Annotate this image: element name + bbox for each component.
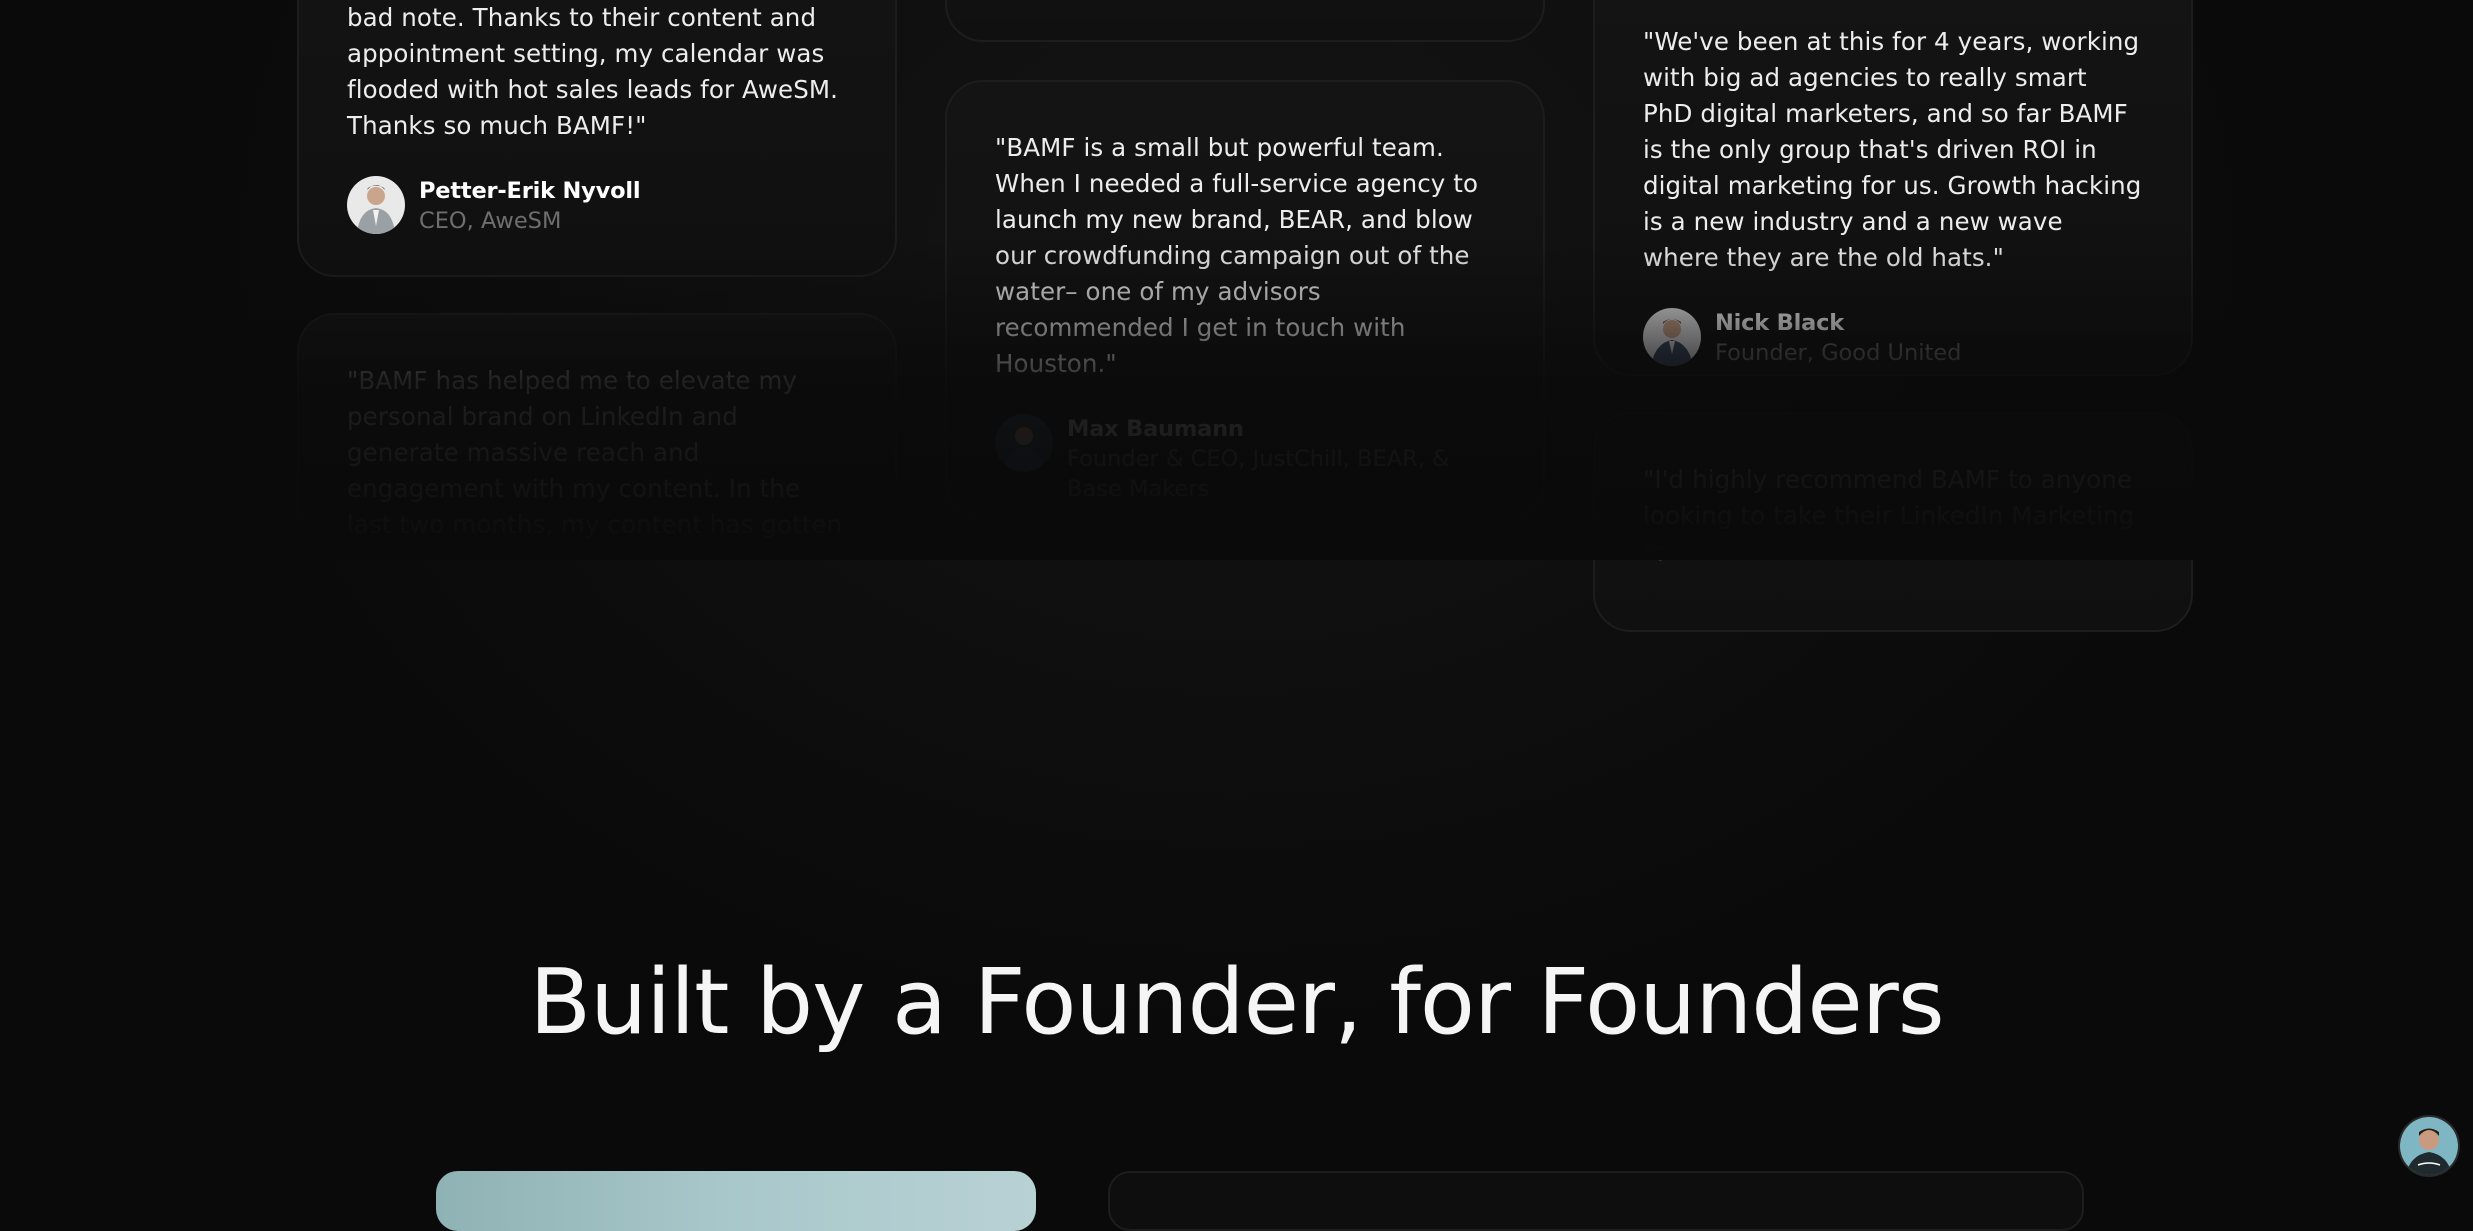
testimonial-quote: bad note. Thanks to their content and ap… [347, 3, 838, 140]
testimonial-author: Max Baumann Founder & CEO, JustChill, BE… [995, 414, 1495, 504]
testimonial-quote: "I'd highly recommend BAMF to anyone loo… [1643, 465, 2135, 566]
testimonial-author-name: Petter-Erik Nyvoll [419, 178, 641, 204]
testimonial-card-partial [945, 0, 1545, 42]
testimonial-author-role: CEO, AweSM [419, 208, 562, 234]
testimonial-quote: "BAMF is a small but powerful team. When… [995, 133, 1479, 378]
testimonial-author: Nick Black Founder, Good United [1643, 308, 2143, 368]
testimonial-card-petter-erik: bad note. Thanks to their content and ap… [297, 0, 897, 277]
chat-launcher-button[interactable] [2398, 1115, 2460, 1177]
testimonial-card-linkedin-brand: "BAMF has helped me to elevate my person… [297, 313, 897, 553]
testimonial-quote: "BAMF has helped me to elevate my person… [347, 366, 843, 539]
testimonial-card-linkedin-marketing: "I'd highly recommend BAMF to anyone loo… [1593, 412, 2193, 632]
person-avatar-icon [995, 414, 1053, 472]
testimonial-author: Petter-Erik Nyvoll CEO, AweSM [347, 176, 847, 236]
founder-info-card [1108, 1171, 2084, 1231]
testimonial-author-role: Founder, Good United [1715, 340, 1962, 366]
person-avatar-icon [347, 176, 405, 234]
testimonial-card-nick-black: "We've been at this for 4 years, working… [1593, 0, 2193, 376]
founder-avatar-icon [2400, 1117, 2458, 1175]
testimonial-author-name: Nick Black [1715, 310, 1845, 336]
person-avatar-icon [1643, 308, 1701, 366]
testimonial-author-name: Max Baumann [1067, 416, 1244, 442]
section-title: Built by a Founder, for Founders [529, 950, 1944, 1055]
testimonial-author-role: Founder & CEO, JustChill, BEAR, & Base M… [1067, 446, 1450, 502]
testimonial-quote: "We've been at this for 4 years, working… [1643, 27, 2142, 272]
testimonial-card-max-baumann: "BAMF is a small but powerful team. When… [945, 80, 1545, 520]
founder-photo-card [436, 1171, 1036, 1231]
